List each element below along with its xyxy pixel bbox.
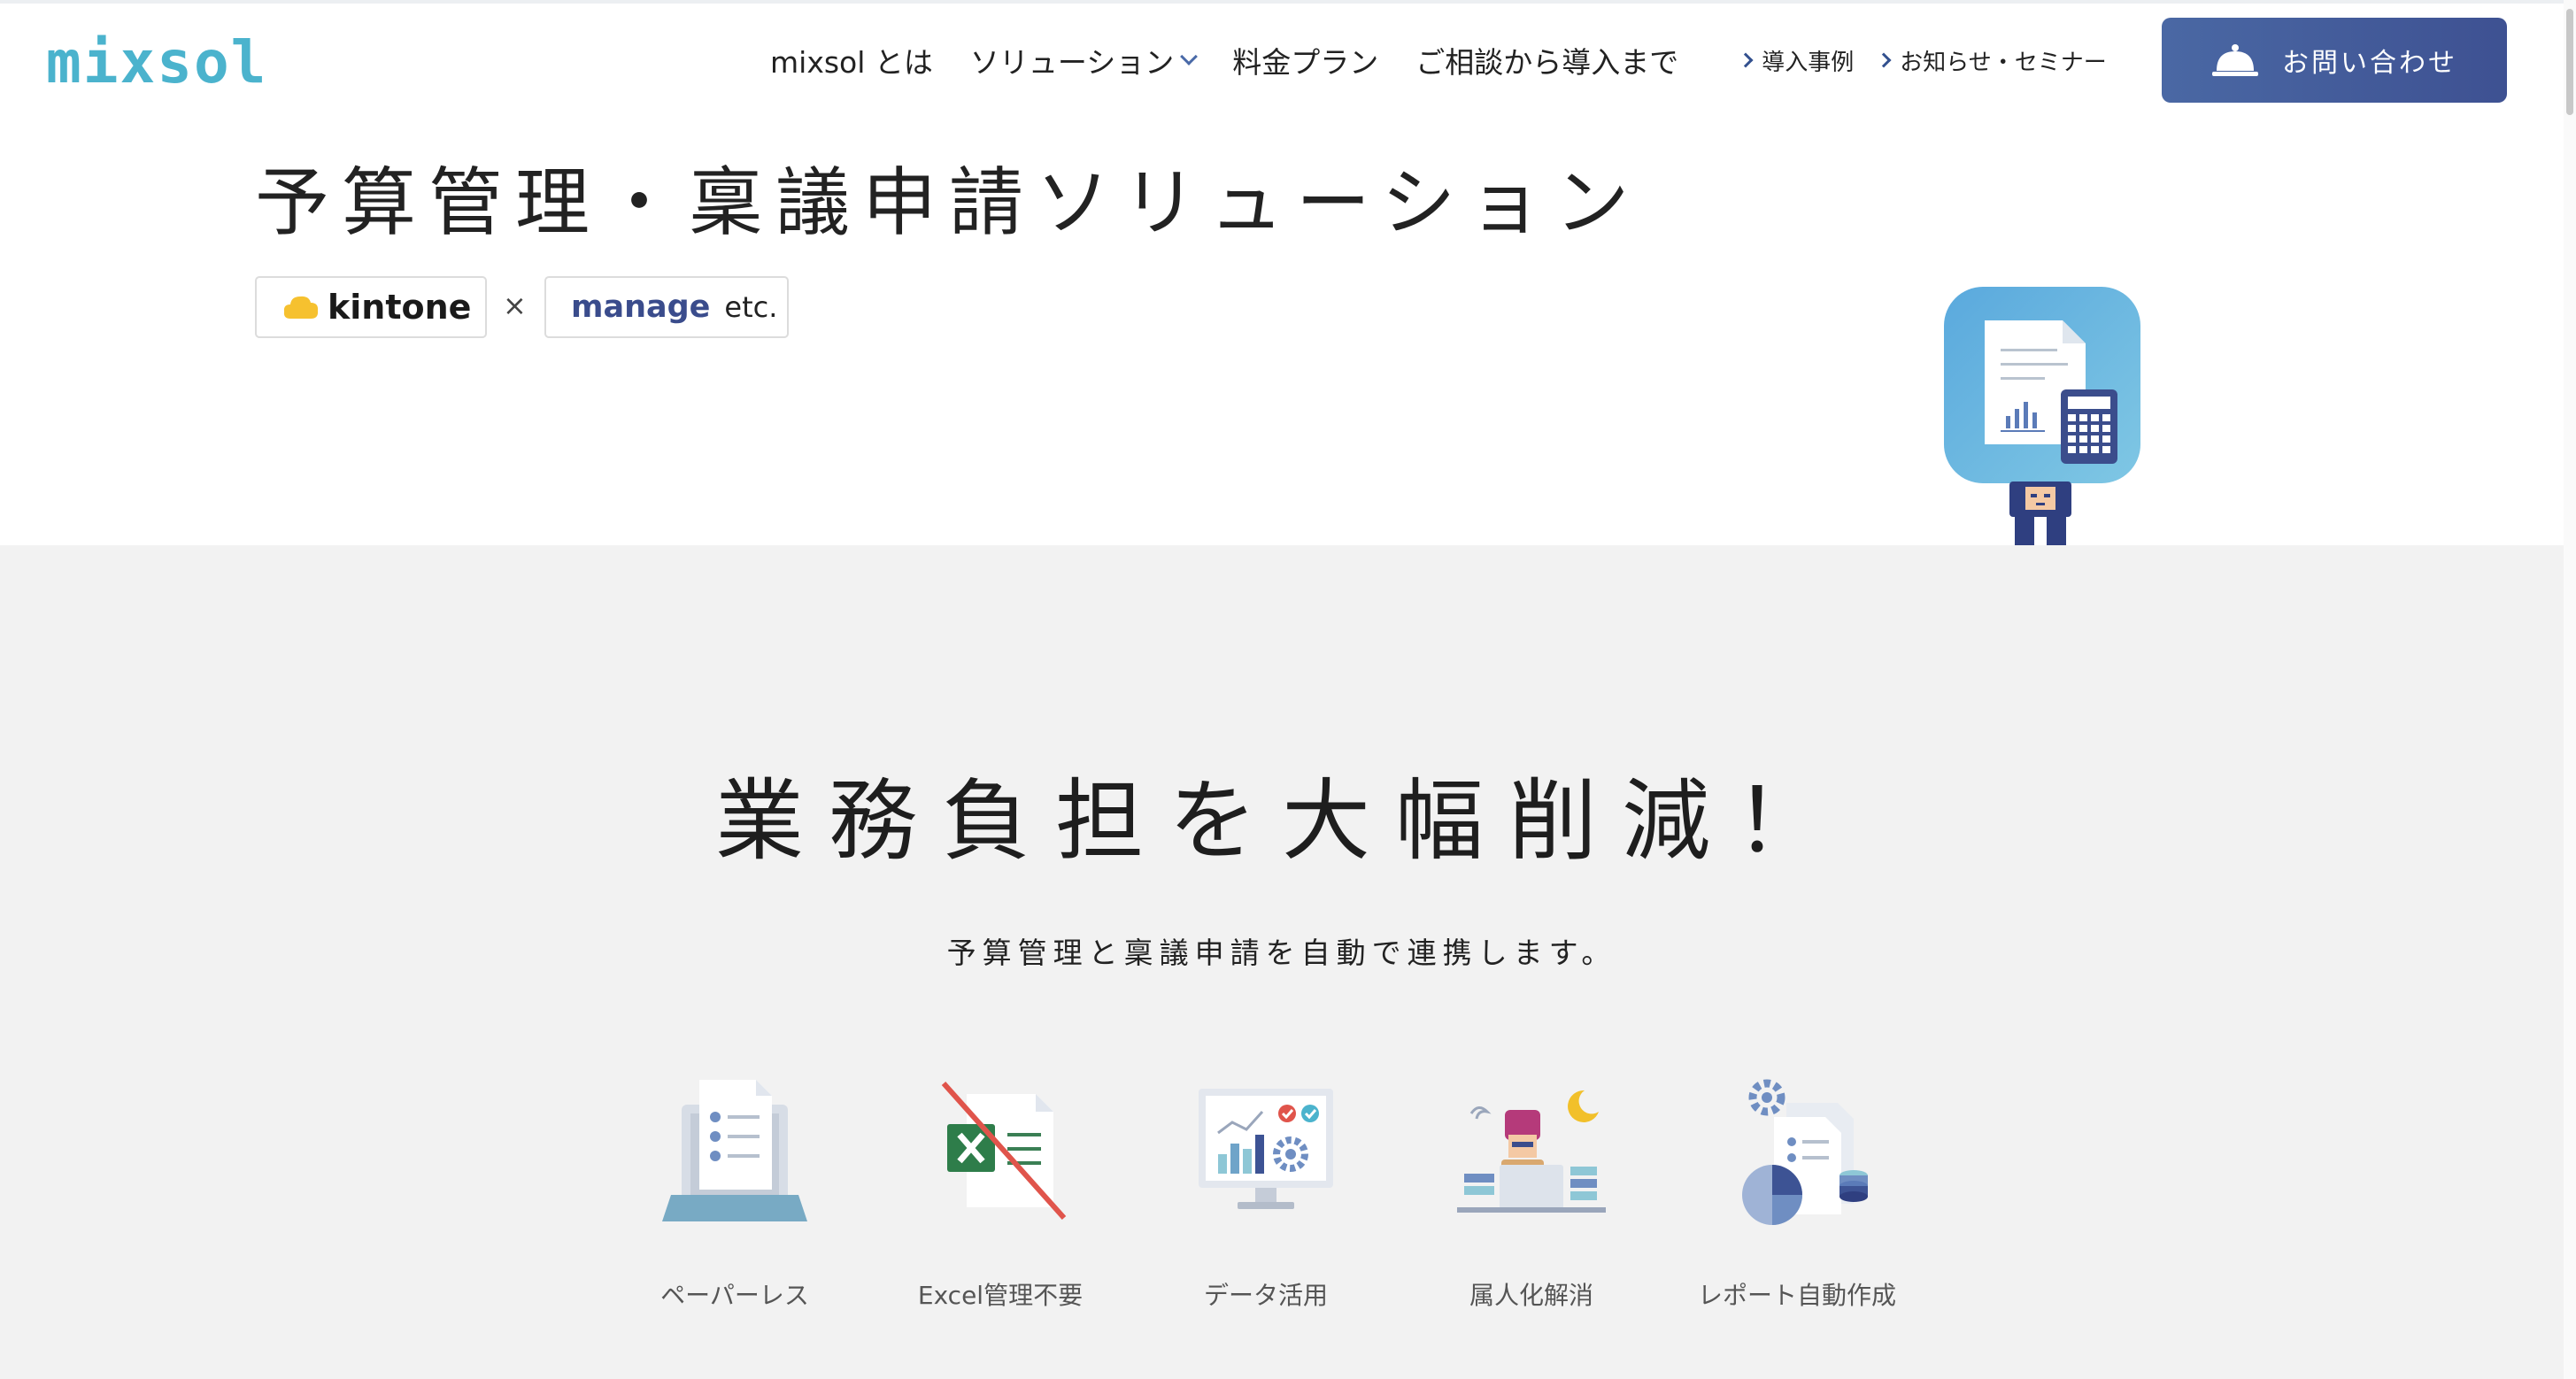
data-utilization-icon [1199,1089,1333,1209]
personalization-resolution-icon [1457,1090,1606,1213]
nav-solutions-label: ソリューション [969,45,1175,80]
nav-about[interactable]: mixsol とは [770,39,933,81]
nav-about-label: mixsol とは [770,45,933,80]
contact-button-label: お問い合わせ [2282,48,2457,79]
feature-resolve-personalization: 属人化解消 [1425,1071,1638,1337]
budget-document-illustration [1944,287,2140,547]
scrollbar-thumb[interactable] [2566,9,2573,115]
paperless-icon [662,1080,807,1221]
etc-label: etc. [724,290,778,324]
chevron-right-icon [1876,52,1892,68]
feature-paperless: ペーパーレス [629,1071,841,1337]
nav-case-studies[interactable]: 導入事例 [1738,44,1855,77]
kintone-badge: kintone [255,276,487,338]
nav-case-studies-label: 導入事例 [1762,49,1855,76]
no-excel-icon [941,1081,1067,1221]
section-heading: 業務負担を大幅削減！ [715,769,1848,873]
kintone-label: kintone [328,288,472,327]
feature-label: Excel管理不要 [917,1281,1084,1310]
kintone-cloud-icon [283,296,319,319]
nav-pricing-label: 料金プラン [1232,45,1379,80]
chevron-right-icon [1738,52,1754,68]
feature-label: データ活用 [1203,1281,1328,1310]
feature-auto-report: レポート自動作成 [1691,1071,1903,1337]
nav-news-label: お知らせ・セミナー [1900,49,2107,76]
contact-button[interactable]: お問い合わせ [2162,18,2507,103]
manage-badge: manage etc. [544,276,789,338]
feature-no-excel: Excel管理不要 [894,1071,1107,1337]
page-title: 予算管理・稟議申請ソリューション [255,159,1642,246]
main-navigation: mixsol とは ソリューション 料金プラン ご相談から導入まで 導入事例 お… [770,34,2107,87]
chevron-down-icon [1180,48,1199,65]
nav-pricing[interactable]: 料金プラン [1232,39,1378,81]
feature-data-utilization: データ活用 [1160,1071,1372,1337]
feature-label: ペーパーレス [660,1281,809,1310]
mixsol-logo[interactable]: mixsol [46,25,266,99]
auto-report-icon [1742,1079,1868,1225]
logo-text: mixsol [46,27,268,96]
nav-news-seminars[interactable]: お知らせ・セミナー [1876,44,2107,77]
top-divider [0,0,2576,4]
section-subtitle: 予算管理と稟議申請を自動で連携します。 [946,936,1617,970]
feature-label: レポート自動作成 [1697,1281,1896,1310]
scrollbar-track[interactable] [2564,0,2576,1379]
service-bell-icon [2212,44,2258,76]
feature-label: 属人化解消 [1469,1281,1593,1310]
nav-consultation-flow[interactable]: ご相談から導入まで [1415,39,1678,81]
manage-label: manage [571,289,711,325]
nav-consultation-label: ご相談から導入まで [1415,45,1679,80]
times-symbol: × [503,289,527,322]
nav-solutions[interactable]: ソリューション [969,39,1199,81]
